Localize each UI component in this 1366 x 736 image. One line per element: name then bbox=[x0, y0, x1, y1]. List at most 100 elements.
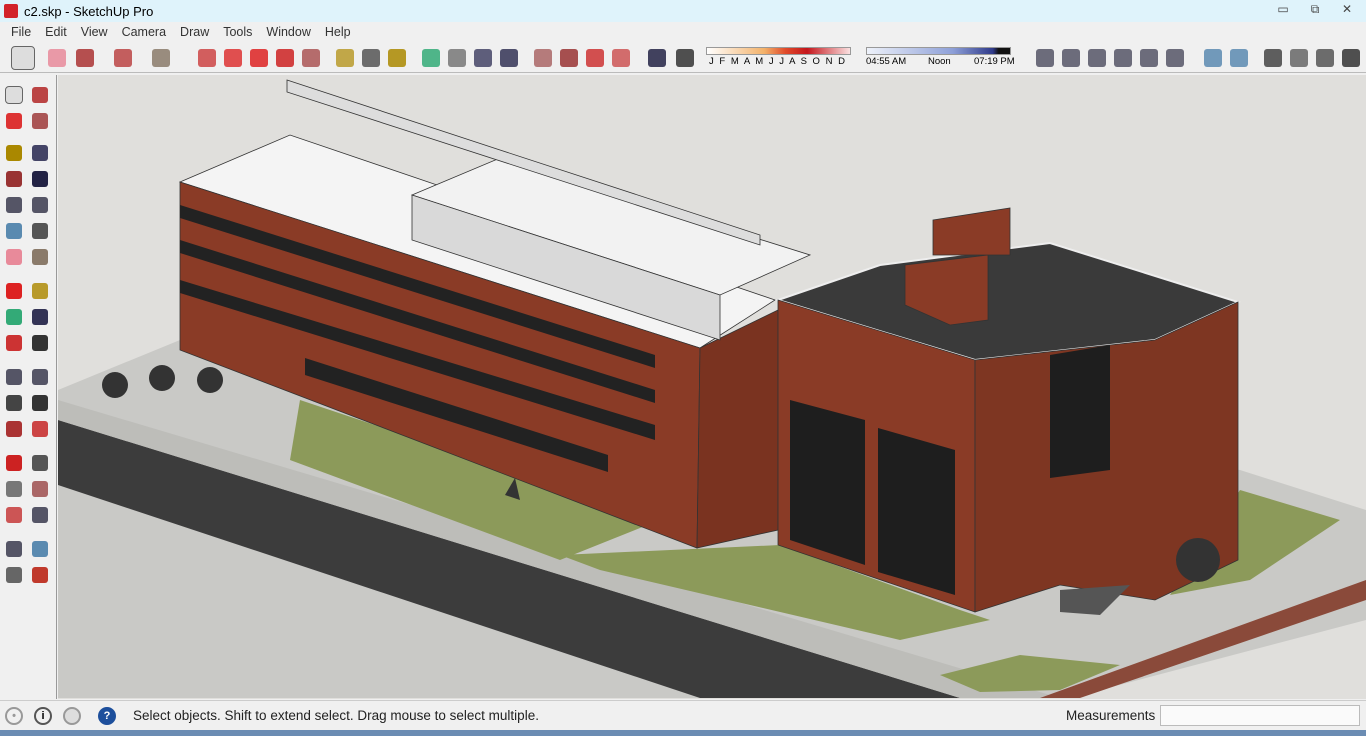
time-noon: Noon bbox=[928, 56, 951, 67]
front-view-icon[interactable] bbox=[1088, 49, 1106, 67]
main-toolbar: J F M A M J J A S O N D 04:55 AM Noon 07… bbox=[0, 42, 1366, 73]
zoom-icon[interactable] bbox=[474, 49, 492, 67]
zoom-extents-icon[interactable] bbox=[6, 507, 22, 523]
axes-icon[interactable] bbox=[6, 421, 22, 437]
position-camera-icon[interactable] bbox=[6, 541, 22, 557]
month-slider[interactable] bbox=[706, 47, 851, 55]
arc-icon[interactable] bbox=[114, 49, 132, 67]
menu-draw[interactable]: Draw bbox=[173, 25, 216, 39]
freehand-icon[interactable] bbox=[32, 145, 48, 161]
share-icon[interactable] bbox=[612, 49, 630, 67]
scale-icon[interactable] bbox=[302, 49, 320, 67]
shadows-icon[interactable] bbox=[648, 49, 666, 67]
measurements-input[interactable] bbox=[1160, 705, 1360, 726]
push-pull-icon[interactable] bbox=[32, 283, 48, 299]
rotated-rect-icon[interactable] bbox=[32, 171, 48, 187]
back-view-icon[interactable] bbox=[1140, 49, 1158, 67]
shaded-icon[interactable] bbox=[1316, 49, 1334, 67]
arc-3pt-icon[interactable] bbox=[6, 249, 22, 265]
month-labels: J F M A M J J A S O N D bbox=[709, 56, 847, 67]
dimension-icon[interactable] bbox=[32, 369, 48, 385]
section-plane-icon[interactable] bbox=[32, 567, 48, 583]
rotate-icon[interactable] bbox=[6, 309, 22, 325]
protractor-icon[interactable] bbox=[6, 395, 22, 411]
orbit-icon[interactable] bbox=[422, 49, 440, 67]
paint-bucket-icon[interactable] bbox=[6, 113, 22, 129]
rectangle-icon[interactable] bbox=[152, 49, 170, 67]
rectangle-icon[interactable] bbox=[6, 171, 22, 187]
pan-icon[interactable] bbox=[448, 49, 466, 67]
arc-icon[interactable] bbox=[6, 223, 22, 239]
geo-location-icon[interactable]: • bbox=[5, 707, 23, 725]
pencil-icon[interactable] bbox=[76, 49, 94, 67]
main-side-wall bbox=[696, 309, 779, 549]
paint-bucket-icon[interactable] bbox=[388, 49, 406, 67]
move-icon[interactable] bbox=[6, 283, 22, 299]
text-icon[interactable] bbox=[32, 395, 48, 411]
select-icon[interactable] bbox=[11, 46, 35, 70]
hidden-line-icon[interactable] bbox=[1290, 49, 1308, 67]
help-icon[interactable]: ? bbox=[98, 707, 116, 725]
menu-window[interactable]: Window bbox=[259, 25, 317, 39]
menu-camera[interactable]: Camera bbox=[115, 25, 173, 39]
3d-warehouse-icon[interactable] bbox=[534, 49, 552, 67]
pan-icon[interactable] bbox=[32, 455, 48, 471]
fog-icon[interactable] bbox=[676, 49, 694, 67]
close-button[interactable]: ✕ bbox=[1334, 2, 1360, 18]
move-icon[interactable] bbox=[250, 49, 268, 67]
scale-icon[interactable] bbox=[6, 335, 22, 351]
arc-2pt-icon[interactable] bbox=[32, 223, 48, 239]
look-around-icon[interactable] bbox=[32, 541, 48, 557]
time-slider[interactable] bbox=[866, 47, 1011, 55]
orbit-icon[interactable] bbox=[6, 455, 22, 471]
title-bar: c2.skp - SketchUp Pro ▭ ⧉ ✕ bbox=[0, 0, 1366, 22]
wireframe-icon[interactable] bbox=[1264, 49, 1282, 67]
tape-measure-icon[interactable] bbox=[6, 369, 22, 385]
time-end: 07:19 PM bbox=[974, 56, 1015, 67]
left-view-icon[interactable] bbox=[1166, 49, 1184, 67]
tape-measure-icon[interactable] bbox=[336, 49, 354, 67]
menu-tools[interactable]: Tools bbox=[216, 25, 259, 39]
menu-edit[interactable]: Edit bbox=[38, 25, 74, 39]
right-view-icon[interactable] bbox=[1114, 49, 1132, 67]
maximize-button[interactable]: ⧉ bbox=[1302, 2, 1328, 18]
top-view-icon[interactable] bbox=[1062, 49, 1080, 67]
minimize-button[interactable]: ▭ bbox=[1270, 2, 1296, 18]
time-start: 04:55 AM bbox=[866, 56, 907, 67]
circle-icon[interactable] bbox=[6, 197, 22, 213]
rotate-icon[interactable] bbox=[276, 49, 294, 67]
menu-file[interactable]: File bbox=[4, 25, 38, 39]
menu-help[interactable]: Help bbox=[318, 25, 358, 39]
shaded-textures-icon[interactable] bbox=[1342, 49, 1360, 67]
select-icon[interactable] bbox=[5, 86, 23, 104]
polygon-icon[interactable] bbox=[32, 197, 48, 213]
credits-icon[interactable]: i bbox=[34, 707, 52, 725]
zoom-window-icon[interactable] bbox=[32, 481, 48, 497]
extension-icon[interactable] bbox=[586, 49, 604, 67]
offset-icon[interactable] bbox=[32, 335, 48, 351]
eraser-icon[interactable] bbox=[48, 49, 66, 67]
components-icon[interactable] bbox=[560, 49, 578, 67]
follow-me-icon[interactable] bbox=[224, 49, 242, 67]
follow-me-icon[interactable] bbox=[32, 309, 48, 325]
user-icon[interactable] bbox=[63, 707, 81, 725]
component-icon[interactable] bbox=[32, 87, 48, 103]
chimney-rear bbox=[932, 207, 1011, 256]
eraser-icon[interactable] bbox=[32, 113, 48, 129]
menu-view[interactable]: View bbox=[74, 25, 115, 39]
line-icon[interactable] bbox=[6, 145, 22, 161]
iso-view-icon[interactable] bbox=[1036, 49, 1054, 67]
3d-text-icon[interactable] bbox=[32, 421, 48, 437]
model-viewport[interactable] bbox=[58, 75, 1366, 699]
xray-icon[interactable] bbox=[1204, 49, 1222, 67]
previous-view-icon[interactable] bbox=[32, 507, 48, 523]
zoom-icon[interactable] bbox=[6, 481, 22, 497]
measurements-label: Measurements bbox=[1066, 708, 1156, 723]
zoom-extents-icon[interactable] bbox=[500, 49, 518, 67]
pie-icon[interactable] bbox=[32, 249, 48, 265]
status-bar: • i ? Select objects. Shift to extend se… bbox=[0, 700, 1366, 730]
push-pull-icon[interactable] bbox=[198, 49, 216, 67]
back-edges-icon[interactable] bbox=[1230, 49, 1248, 67]
text-icon[interactable] bbox=[362, 49, 380, 67]
walk-icon[interactable] bbox=[6, 567, 22, 583]
